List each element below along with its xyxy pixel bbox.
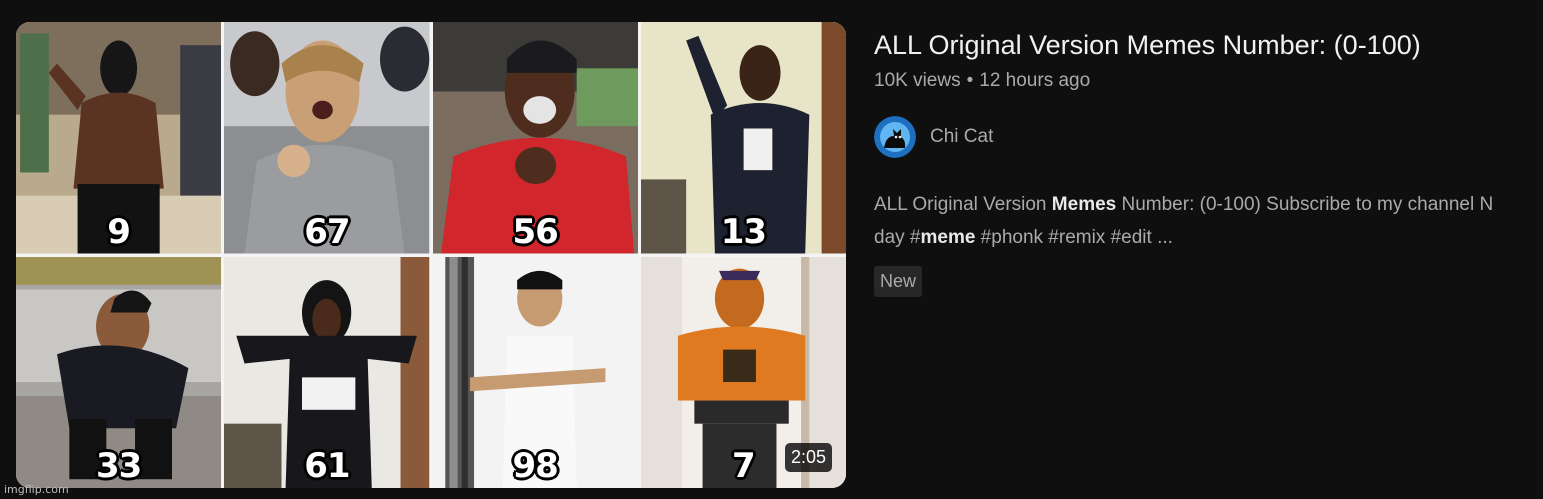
channel-link[interactable]: Chi Cat — [874, 116, 1543, 158]
upload-age: 12 hours ago — [979, 70, 1091, 91]
view-count: 10K views — [874, 70, 961, 91]
description-highlight: Memes — [1051, 194, 1117, 215]
watermark: imgflip.com — [4, 483, 69, 496]
thumbnail-tile: 33 — [16, 256, 222, 488]
tile-number: 33 — [95, 446, 142, 486]
thumbnail-tile: 61 — [224, 256, 430, 488]
tile-number: 61 — [304, 446, 350, 486]
tile-number: 56 — [512, 211, 558, 252]
avatar[interactable] — [874, 116, 916, 158]
video-title[interactable]: ALL Original Version Memes Number: (0-10… — [874, 28, 1543, 62]
video-metadata: 10K views • 12 hours ago — [874, 70, 1543, 92]
thumbnail-tile: 67 — [224, 22, 430, 254]
new-badge: New — [874, 266, 923, 297]
video-result: 9 67 56 13 33 61 98 7 2:05 imgflip.com A… — [0, 0, 1543, 499]
thumbnail-tile: 13 — [640, 22, 846, 254]
tile-number: 67 — [304, 211, 350, 252]
meta-separator: • — [966, 70, 974, 91]
description-highlight: meme — [920, 227, 976, 248]
video-info: ALL Original Version Memes Number: (0-10… — [874, 28, 1543, 297]
thumbnail-tile: 9 — [16, 22, 222, 254]
description-text: Number: (0-100) Subscribe to my channel … — [1116, 194, 1494, 215]
description-text: ALL Original Version — [874, 194, 1052, 215]
thumbnail-tile: 56 — [432, 22, 638, 254]
tile-number: 98 — [512, 446, 558, 486]
description-text: day # — [874, 227, 921, 248]
video-description: ALL Original Version Memes Number: (0-10… — [874, 188, 1543, 254]
channel-name[interactable]: Chi Cat — [930, 126, 993, 148]
thumbnail-grid: 9 67 56 13 33 61 98 7 — [16, 22, 846, 488]
cat-avatar-icon — [874, 116, 916, 158]
video-thumbnail[interactable]: 9 67 56 13 33 61 98 7 2:05 — [16, 22, 846, 488]
tile-number: 13 — [720, 211, 767, 252]
duration-badge: 2:05 — [784, 443, 832, 472]
thumbnail-tile: 98 — [432, 256, 638, 488]
tile-number: 9 — [107, 211, 131, 252]
description-text: #phonk #remix #edit ... — [975, 227, 1173, 248]
